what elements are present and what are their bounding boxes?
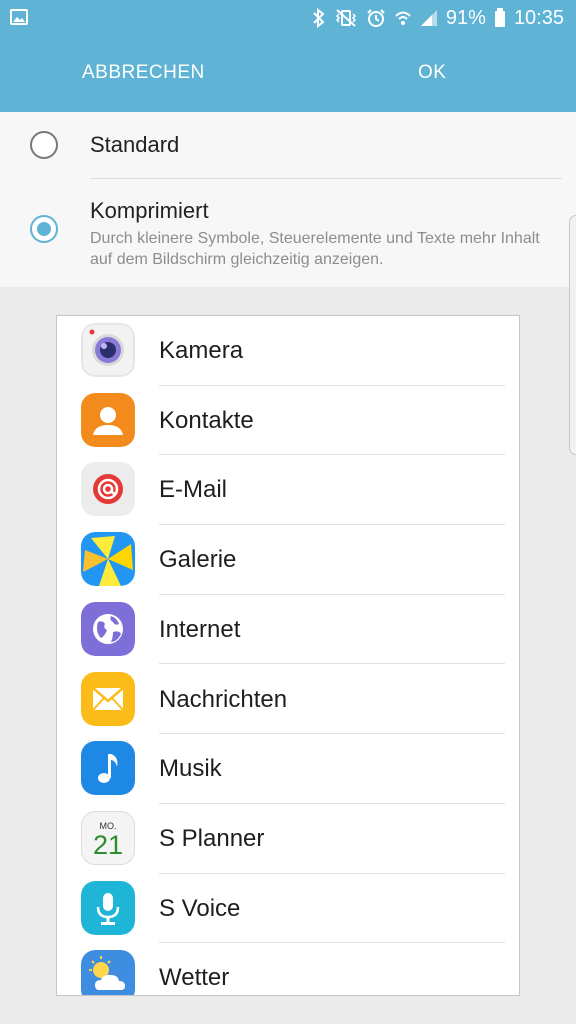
radio-standard[interactable] xyxy=(30,131,58,159)
app-label: Kamera xyxy=(159,337,244,364)
messages-icon xyxy=(81,671,135,726)
bluetooth-icon xyxy=(312,8,326,28)
list-item-s-voice[interactable]: S Voice xyxy=(57,874,519,944)
weather-icon xyxy=(81,950,135,995)
list-item-wetter[interactable]: Wetter xyxy=(57,943,519,995)
alarm-icon xyxy=(366,8,386,28)
contacts-icon xyxy=(81,392,135,447)
clock: 10:35 xyxy=(513,7,564,29)
action-bar: ABBRECHEN OK xyxy=(0,36,576,112)
music-icon xyxy=(81,741,135,796)
app-label: Nachrichten xyxy=(159,685,288,713)
app-label: Kontakte xyxy=(159,406,254,434)
camera-icon xyxy=(81,323,135,377)
email-icon xyxy=(81,462,135,517)
list-item-nachrichten[interactable]: Nachrichten xyxy=(57,665,519,735)
app-label: Galerie xyxy=(159,546,237,574)
list-item-kontakte[interactable]: Kontakte xyxy=(57,386,519,456)
list-item-kamera[interactable]: Kamera xyxy=(57,316,519,386)
list-item-email[interactable]: E-Mail xyxy=(57,455,519,526)
option-standard-title: Standard xyxy=(90,132,180,157)
app-label: S Planner xyxy=(159,824,265,852)
list-item-s-planner[interactable]: MO. 21 S Planner xyxy=(57,804,519,874)
app-label: Wetter xyxy=(159,964,230,992)
app-label: Musik xyxy=(159,755,222,783)
app-label: S Voice xyxy=(159,894,241,922)
image-notification-icon xyxy=(10,9,28,30)
calendar-date: 21 xyxy=(92,829,124,860)
vibrate-icon xyxy=(334,8,358,28)
option-compressed[interactable]: Komprimiert Durch kleinere Symbole, Steu… xyxy=(0,178,576,287)
signal-icon xyxy=(420,9,438,27)
ok-button[interactable]: OK xyxy=(418,60,446,86)
list-item-internet[interactable]: Internet xyxy=(57,595,519,665)
status-bar: 91% 10:35 xyxy=(0,0,576,36)
radio-compressed[interactable] xyxy=(30,215,58,243)
radio-selected-dot xyxy=(37,222,51,236)
battery-percent: 91% xyxy=(445,7,486,29)
list-item-galerie[interactable]: Galerie xyxy=(57,525,519,595)
list-item-musik[interactable]: Musik xyxy=(57,734,519,804)
edge-panel-handle[interactable] xyxy=(569,215,576,455)
option-compressed-title: Komprimiert xyxy=(90,198,209,223)
cancel-button[interactable]: ABBRECHEN xyxy=(82,60,205,86)
option-compressed-description: Durch kleinere Symbole, Steuerelemente u… xyxy=(90,230,540,268)
screen-zoom-options: Standard Komprimiert Durch kleinere Symb… xyxy=(0,112,576,287)
calendar-icon: MO. 21 xyxy=(81,810,135,865)
app-label: E-Mail xyxy=(159,476,228,504)
microphone-icon xyxy=(81,880,135,935)
app-label: Internet xyxy=(159,615,241,643)
app-preview-list: Kamera Kontakte E-Mail Galerie Internet … xyxy=(56,315,520,996)
battery-icon xyxy=(494,8,506,28)
gallery-icon xyxy=(81,532,135,587)
option-standard[interactable]: Standard xyxy=(0,112,576,179)
wifi-icon xyxy=(394,8,412,28)
internet-icon xyxy=(81,601,135,656)
